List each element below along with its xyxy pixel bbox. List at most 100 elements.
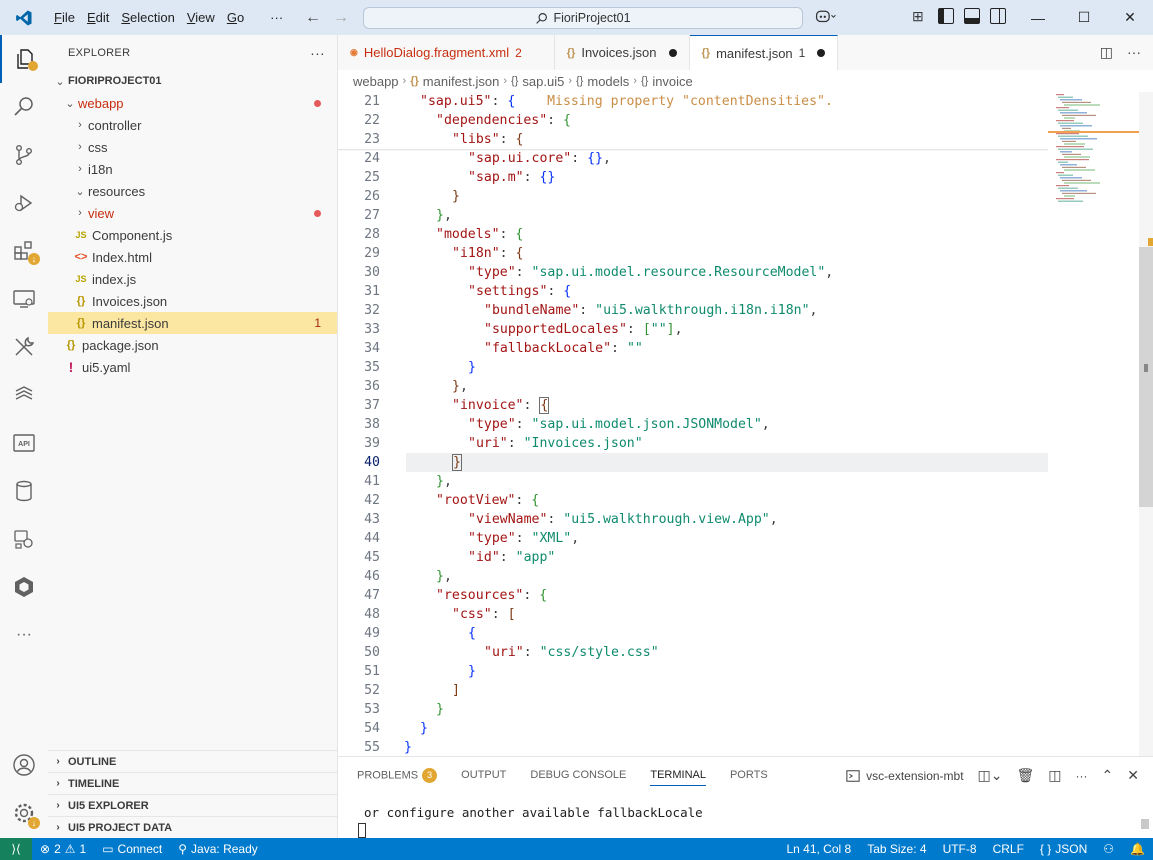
search-icon xyxy=(536,12,548,24)
panel-chevron-up-icon[interactable]: ⌃ xyxy=(1102,767,1114,784)
panel-tab-debug-console[interactable]: DEBUG CONSOLE xyxy=(530,769,626,781)
minimap-line xyxy=(1058,109,1078,111)
section-ui5-explorer[interactable]: › UI5 EXPLORER xyxy=(48,794,338,816)
close-panel-icon[interactable]: ✕ xyxy=(1127,767,1139,784)
tree-item-invoices-json[interactable]: {} Invoices.json xyxy=(48,290,337,312)
panel-tab-label: TERMINAL xyxy=(650,768,706,781)
tab-hellodialog-fragment-xml[interactable]: ◉ HelloDialog.fragment.xml 2 xyxy=(338,35,555,70)
menu-file[interactable]: File xyxy=(48,0,81,35)
tree-item-index-js[interactable]: JS index.js xyxy=(48,268,337,290)
search-icon[interactable] xyxy=(0,83,48,131)
section-ui5-project-data[interactable]: › UI5 PROJECT DATA xyxy=(48,816,338,838)
tree-item-resources[interactable]: ⌄ resources xyxy=(48,180,337,202)
panel-tab-problems[interactable]: PROBLEMS 3 xyxy=(357,767,438,783)
breadcrumb-item[interactable]: models xyxy=(587,74,629,89)
maximize-button[interactable]: ☐ xyxy=(1061,0,1107,35)
tab-invoices-json[interactable]: {} Invoices.json xyxy=(555,35,690,70)
remote-explorer-icon[interactable] xyxy=(0,275,48,323)
tree-item-i18n[interactable]: › i18n xyxy=(48,158,337,180)
minimize-button[interactable]: — xyxy=(1015,0,1061,35)
terminal-cursor xyxy=(358,823,366,838)
tree-item-ui5-yaml[interactable]: ! ui5.yaml xyxy=(48,356,337,378)
panel-tab-output[interactable]: OUTPUT xyxy=(461,769,506,781)
scrollbar-thumb[interactable] xyxy=(1139,247,1153,507)
toggle-secondary-sidebar-icon[interactable] xyxy=(990,8,1006,24)
breadcrumb-item[interactable]: webapp xyxy=(353,74,399,89)
panel-more-icon[interactable]: ··· xyxy=(1076,769,1088,783)
tools-icon[interactable] xyxy=(0,323,48,371)
menu-go[interactable]: Go xyxy=(221,0,250,35)
remote-indicator-icon[interactable]: ⟩⟨ xyxy=(0,838,32,860)
tree-item-view[interactable]: › view xyxy=(48,202,337,224)
service-center-icon[interactable] xyxy=(0,515,48,563)
tree-item-controller[interactable]: › controller xyxy=(48,114,337,136)
encoding[interactable]: UTF-8 xyxy=(935,842,985,856)
unsaved-dot-icon[interactable] xyxy=(817,49,826,57)
database-icon[interactable] xyxy=(0,467,48,515)
language-mode[interactable]: { } JSON xyxy=(1032,842,1095,856)
forward-arrow-icon[interactable]: → xyxy=(333,9,349,27)
breadcrumb-item[interactable]: manifest.json xyxy=(423,74,500,89)
tree-item-label: controller xyxy=(88,117,142,133)
section-outline[interactable]: › OUTLINE xyxy=(48,750,338,772)
section-timeline[interactable]: › TIMELINE xyxy=(48,772,338,794)
terminal-name[interactable]: vsc-extension-mbt xyxy=(866,769,963,783)
run-debug-icon[interactable] xyxy=(0,179,48,227)
notifications-bell-icon[interactable]: 🔔 xyxy=(1122,842,1153,856)
api-icon[interactable]: API xyxy=(0,419,48,467)
fiori-hex-icon[interactable] xyxy=(0,563,48,611)
copilot-status-icon[interactable]: ⚇ xyxy=(1095,842,1122,856)
panel-tab-terminal[interactable]: TERMINAL xyxy=(650,769,706,786)
maximize-panel-icon[interactable]: ◫ xyxy=(1048,767,1061,784)
tree-item-index-html[interactable]: <> Index.html xyxy=(48,246,337,268)
close-button[interactable]: ✕ xyxy=(1107,0,1153,35)
tab-size[interactable]: Tab Size: 4 xyxy=(859,842,934,856)
problem-count: 1 xyxy=(314,316,321,330)
tree-item-webapp[interactable]: ⌄ webapp xyxy=(48,92,337,114)
tree-item-manifest-json[interactable]: {} manifest.json 1 xyxy=(48,312,337,334)
command-center-search[interactable]: FioriProject01 xyxy=(363,7,803,29)
line-number: 55 xyxy=(364,740,380,755)
terminal-scrollbar[interactable] xyxy=(1141,819,1149,829)
mta-tools-icon[interactable] xyxy=(0,371,48,419)
menu-more[interactable]: ··· xyxy=(264,0,289,35)
cursor-position[interactable]: Ln 41, Col 8 xyxy=(778,842,859,856)
extensions-icon[interactable]: ↓ xyxy=(0,227,48,275)
manage-gear-icon[interactable]: ↓ xyxy=(0,789,48,837)
editor-more-icon[interactable]: ··· xyxy=(1127,44,1141,61)
tab-manifest-json[interactable]: {} manifest.json 1 xyxy=(689,35,839,70)
editor-scrollbar[interactable] xyxy=(1139,92,1153,756)
menu-edit[interactable]: Edit xyxy=(81,0,115,35)
line-number: 23 xyxy=(364,132,380,147)
split-terminal-icon[interactable]: ◫⌄ xyxy=(978,767,1003,784)
menu-view[interactable]: View xyxy=(181,0,221,35)
toggle-primary-sidebar-icon[interactable] xyxy=(938,8,954,24)
java-status[interactable]: ⚲ Java: Ready xyxy=(170,842,266,856)
more-views-icon[interactable]: ··· xyxy=(0,611,48,659)
section-label: TIMELINE xyxy=(68,777,120,790)
explorer-icon[interactable] xyxy=(0,35,48,83)
minimap[interactable] xyxy=(1048,92,1140,756)
customize-layout-icon[interactable]: ⊞ xyxy=(912,8,928,24)
source-control-icon[interactable] xyxy=(0,131,48,179)
panel-tab-ports[interactable]: PORTS xyxy=(730,769,768,781)
split-editor-icon[interactable]: ◫ xyxy=(1100,44,1113,61)
workspace-root[interactable]: ⌄ FIORIPROJECT01 xyxy=(48,70,337,92)
back-arrow-icon[interactable]: ← xyxy=(305,9,321,27)
tree-item-css[interactable]: › css xyxy=(48,136,337,158)
accounts-icon[interactable] xyxy=(0,741,48,789)
connect-status[interactable]: ▭ Connect xyxy=(94,842,170,856)
copilot-icon[interactable] xyxy=(815,8,837,27)
breadcrumb-item[interactable]: invoice xyxy=(652,74,692,89)
kill-terminal-icon[interactable]: 🗑 xyxy=(1017,767,1035,784)
menu-selection[interactable]: Selection xyxy=(115,0,180,35)
tree-item-package-json[interactable]: {} package.json xyxy=(48,334,337,356)
eol[interactable]: CRLF xyxy=(985,842,1032,856)
problems-status[interactable]: ⊗ 2 ⚠ 1 xyxy=(32,842,94,856)
code-editor[interactable]: 21 "sap.ui5": { Missing property "content… xyxy=(338,92,1048,774)
unsaved-dot-icon[interactable] xyxy=(668,48,677,57)
toggle-panel-icon[interactable] xyxy=(964,8,980,24)
breadcrumb-item[interactable]: sap.ui5 xyxy=(522,74,564,89)
more-actions-icon[interactable]: ··· xyxy=(310,45,325,61)
tree-item-component-js[interactable]: JS Component.js xyxy=(48,224,337,246)
